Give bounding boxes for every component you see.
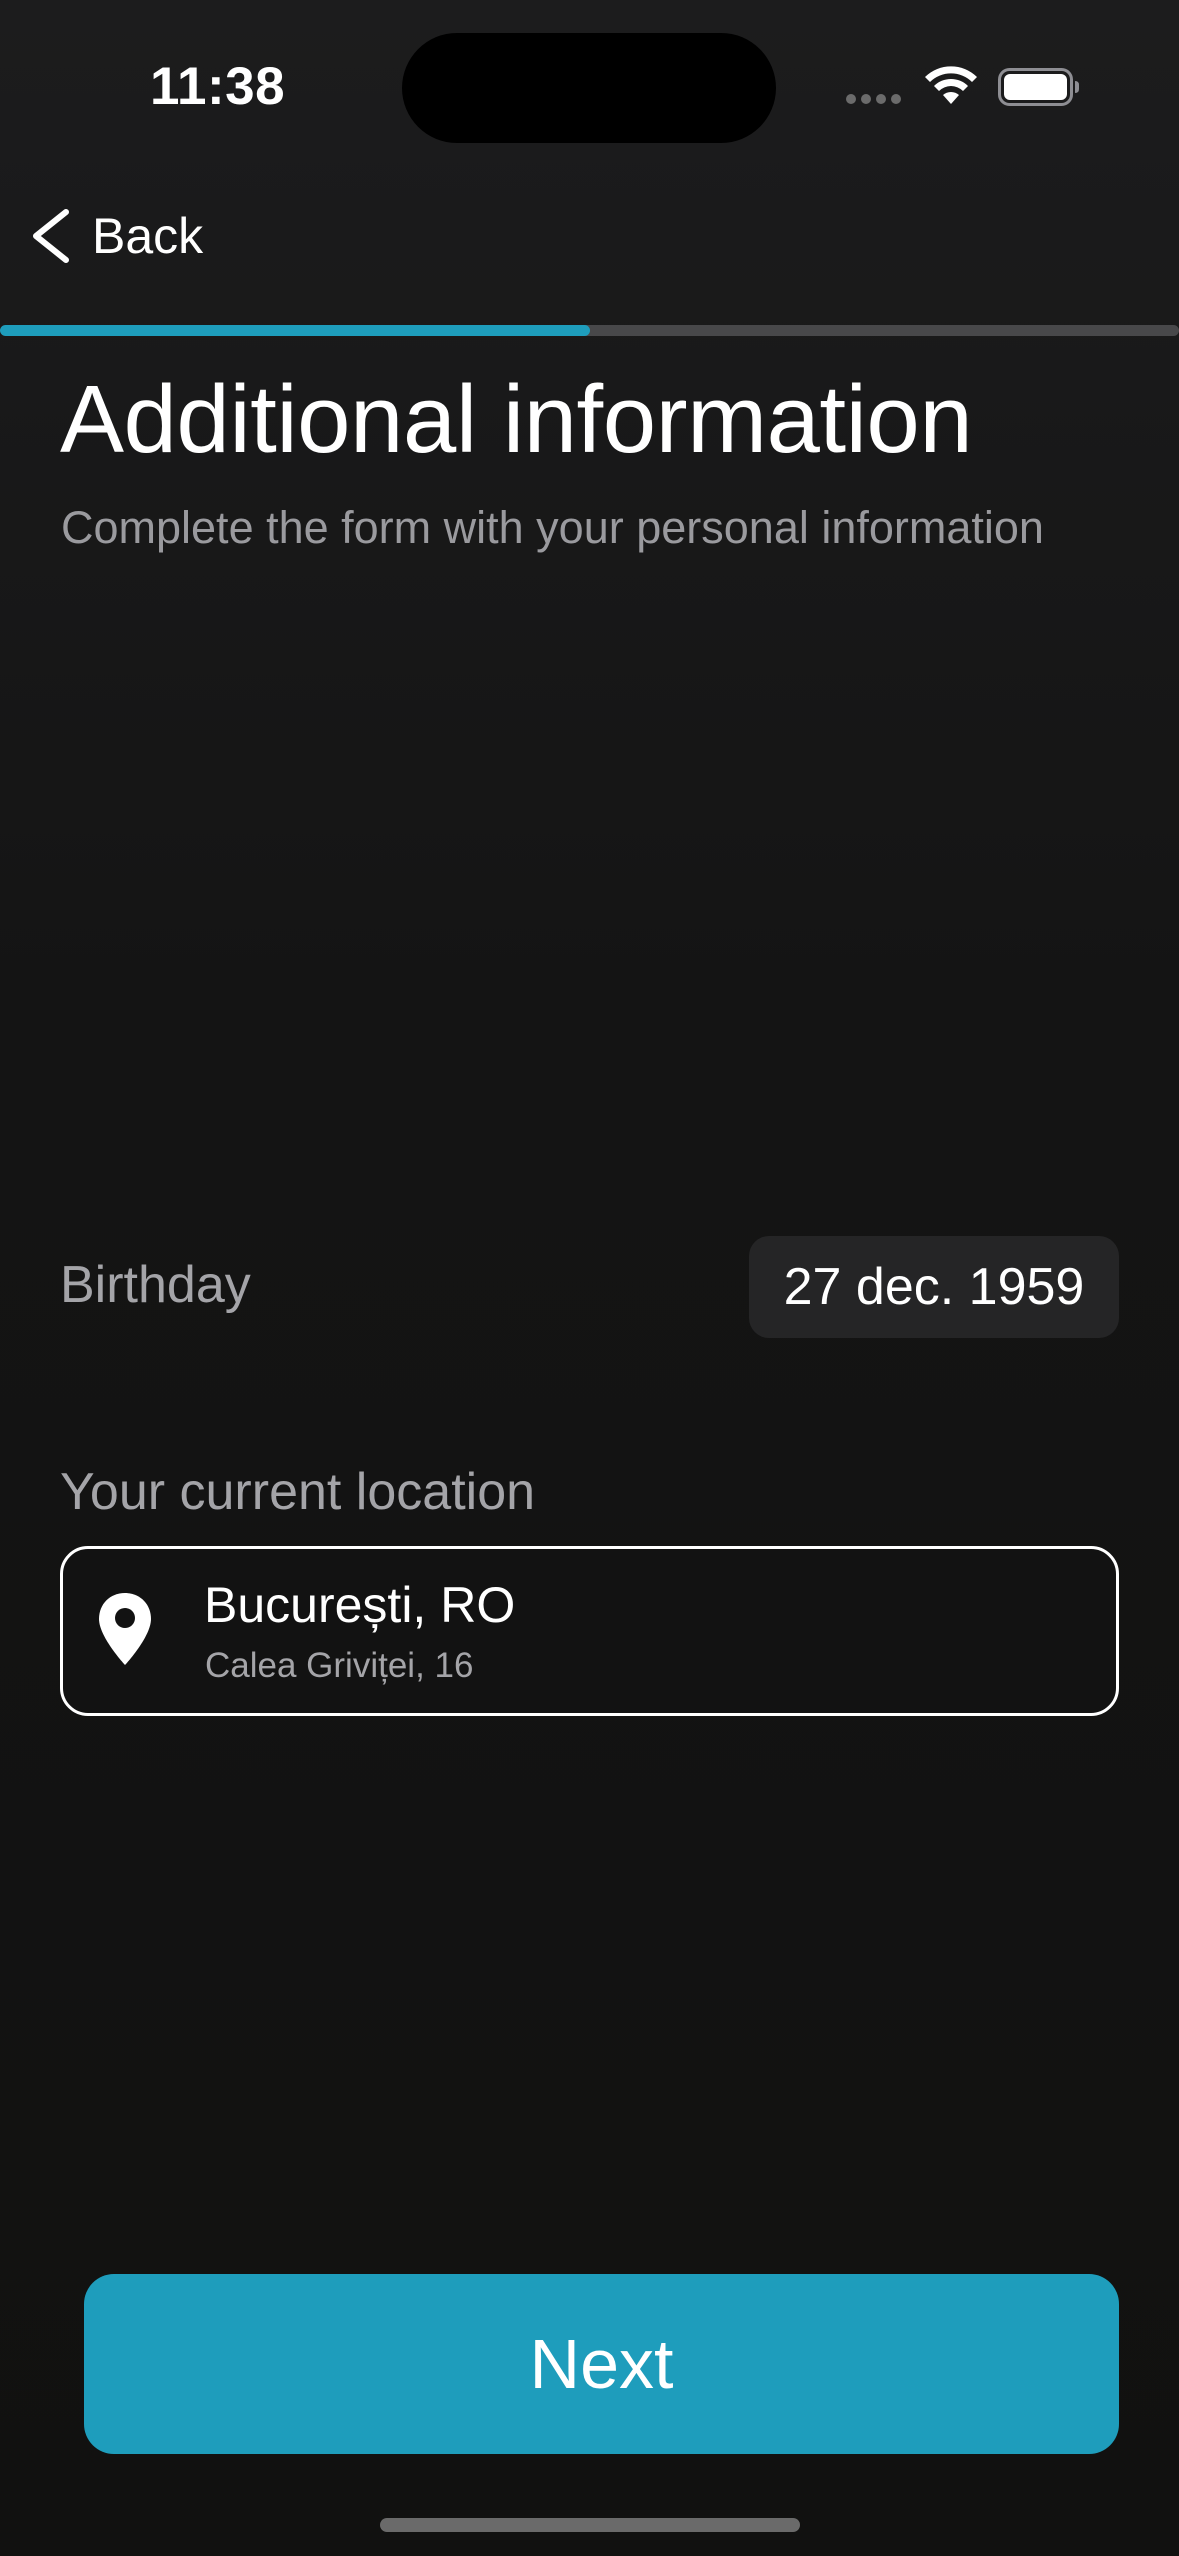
progress-fill (0, 325, 590, 336)
chevron-left-icon (33, 209, 69, 263)
page-title: Additional information (60, 366, 973, 473)
status-time: 11:38 (150, 57, 286, 116)
location-label: Your current location (60, 1463, 536, 1521)
wifi-icon (925, 66, 977, 104)
birthday-label: Birthday (60, 1256, 251, 1314)
home-indicator (380, 2518, 800, 2532)
dynamic-island (402, 33, 776, 143)
map-pin-icon (99, 1593, 151, 1665)
birthday-date-picker[interactable]: 27 dec. 1959 (749, 1236, 1119, 1338)
location-city: București, RO (204, 1577, 516, 1633)
battery-icon (998, 68, 1079, 106)
signal-dots-icon (846, 94, 901, 104)
status-bar: 11:38 (0, 0, 1179, 180)
back-label: Back (92, 208, 204, 264)
back-button[interactable]: Back (26, 200, 203, 272)
location-selector[interactable]: București, RO Calea Griviței, 16 (60, 1546, 1119, 1716)
location-street: Calea Griviței, 16 (205, 1646, 474, 1685)
next-button[interactable]: Next (84, 2274, 1119, 2454)
progress-bar (0, 325, 1179, 336)
page-subtitle: Complete the form with your personal inf… (61, 502, 1044, 553)
